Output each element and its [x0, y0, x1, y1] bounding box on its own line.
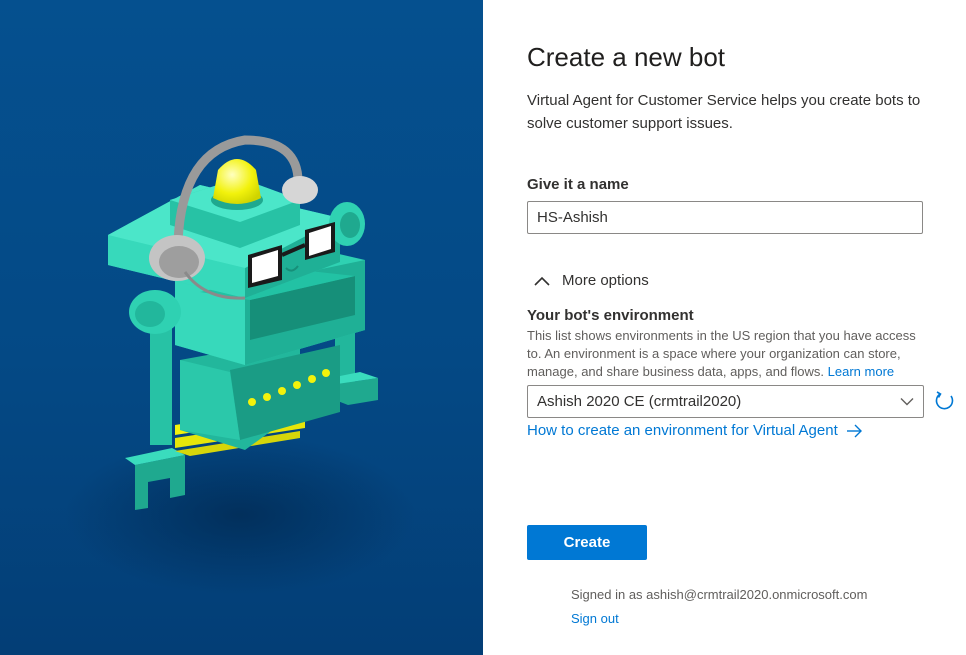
environment-label: Your bot's environment: [527, 307, 694, 324]
create-button[interactable]: Create: [527, 525, 647, 560]
robot-illustration: [65, 135, 415, 595]
chevron-up-icon: [534, 276, 550, 286]
howto-environment-link[interactable]: How to create an environment for Virtual…: [527, 422, 863, 439]
arrow-right-icon: [846, 424, 862, 437]
more-options-toggle[interactable]: More options: [533, 272, 649, 289]
learn-more-link[interactable]: Learn more: [828, 364, 894, 379]
refresh-icon[interactable]: [934, 390, 956, 412]
howto-environment-link-label: How to create an environment for Virtual…: [527, 422, 838, 439]
environment-description: This list shows environments in the US r…: [527, 327, 922, 381]
environment-dropdown[interactable]: Ashish 2020 CE (crmtrail2020): [527, 385, 924, 418]
more-options-label: More options: [562, 272, 649, 289]
bot-name-input[interactable]: [527, 201, 923, 234]
signed-in-text: Signed in as ashish@crmtrail2020.onmicro…: [571, 587, 868, 602]
chevron-down-icon: [900, 398, 914, 406]
page-title: Create a new bot: [527, 42, 726, 72]
create-bot-panel: Create a new bot Virtual Agent for Custo…: [483, 0, 966, 655]
sign-out-link[interactable]: Sign out: [571, 611, 619, 626]
hero-illustration-panel: [0, 0, 483, 655]
page-subtitle: Virtual Agent for Customer Service helps…: [527, 92, 921, 132]
bot-name-label: Give it a name: [527, 176, 629, 193]
environment-selected-value: Ashish 2020 CE (crmtrail2020): [537, 393, 742, 410]
